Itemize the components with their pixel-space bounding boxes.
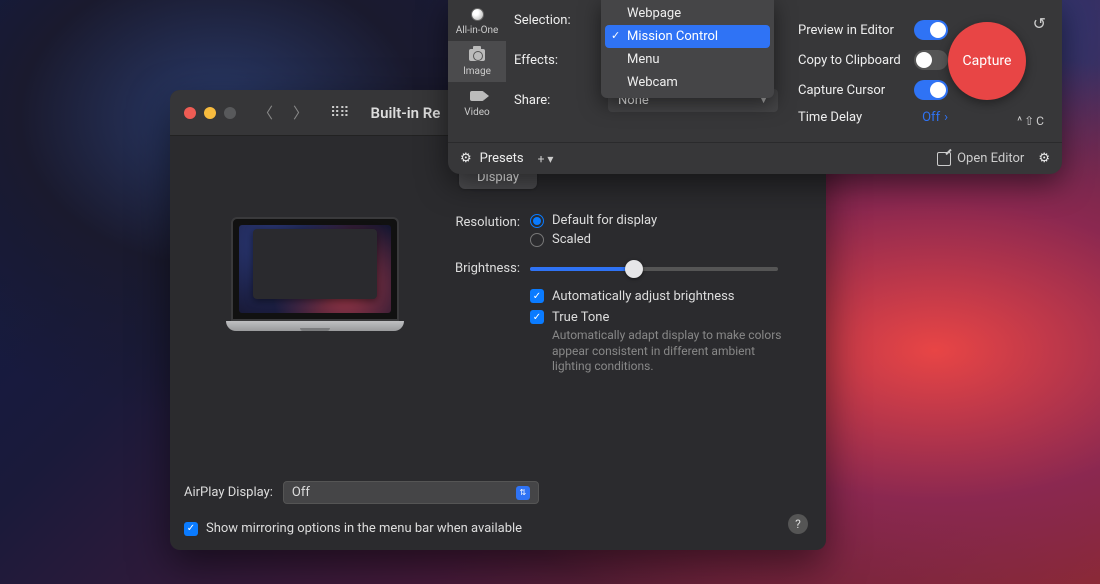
truetone-label: True Tone bbox=[552, 310, 782, 325]
airplay-value: Off bbox=[292, 485, 310, 500]
minimize-window-button[interactable] bbox=[204, 107, 216, 119]
truetone-description: Automatically adapt display to make colo… bbox=[552, 328, 782, 375]
dropdown-item-menu[interactable]: Menu bbox=[605, 48, 770, 71]
capture-button[interactable]: Capture bbox=[948, 22, 1026, 100]
camera-icon bbox=[469, 47, 485, 63]
presets-label[interactable]: Presets bbox=[480, 151, 524, 166]
show-all-grid-icon[interactable]: ⠿⠿ bbox=[330, 105, 349, 121]
clipboard-toggle[interactable] bbox=[914, 50, 948, 70]
clipboard-label: Copy to Clipboard bbox=[798, 53, 901, 68]
timedelay-button[interactable]: Off › bbox=[922, 110, 948, 125]
open-editor-button[interactable]: Open Editor bbox=[937, 151, 1024, 166]
selection-dropdown-popup: Webpage Mission Control Menu Webcam bbox=[601, 0, 774, 98]
brightness-slider-thumb[interactable] bbox=[625, 260, 643, 278]
edit-icon bbox=[937, 152, 951, 166]
forward-button[interactable]: 〉 bbox=[293, 102, 308, 123]
traffic-lights bbox=[184, 107, 236, 119]
auto-brightness-checkbox[interactable]: ✓ bbox=[530, 289, 544, 303]
resolution-scaled-label: Scaled bbox=[552, 232, 591, 247]
window-title: Built-in Re bbox=[371, 104, 441, 122]
mode-image[interactable]: Image bbox=[448, 41, 506, 82]
settings-gear-icon[interactable]: ⚙ bbox=[1038, 151, 1050, 166]
dropdown-item-webpage[interactable]: Webpage bbox=[605, 2, 770, 25]
resolution-scaled-radio[interactable] bbox=[530, 233, 544, 247]
back-button[interactable]: 〈 bbox=[258, 102, 273, 123]
resolution-default-radio[interactable] bbox=[530, 214, 544, 228]
add-preset-button[interactable]: + ▾ bbox=[538, 152, 554, 166]
chevron-updown-icon: ⇅ bbox=[516, 486, 530, 500]
mirroring-checkbox[interactable]: ✓ bbox=[184, 522, 198, 536]
mirroring-label: Show mirroring options in the menu bar w… bbox=[206, 521, 522, 536]
airplay-select[interactable]: Off ⇅ bbox=[283, 481, 539, 504]
capture-shortcut: ^⇧C bbox=[1017, 114, 1046, 128]
help-button[interactable]: ? bbox=[788, 514, 808, 534]
brightness-label: Brightness: bbox=[450, 259, 530, 276]
target-icon bbox=[469, 6, 485, 22]
preview-label: Preview in Editor bbox=[798, 23, 894, 38]
truetone-checkbox[interactable]: ✓ bbox=[530, 310, 544, 324]
resolution-default-label: Default for display bbox=[552, 213, 657, 228]
video-icon bbox=[469, 88, 485, 104]
cursor-toggle[interactable] bbox=[914, 80, 948, 100]
chevron-right-icon: › bbox=[944, 110, 948, 125]
preview-toggle[interactable] bbox=[914, 20, 948, 40]
share-label: Share: bbox=[514, 93, 594, 108]
cursor-label: Capture Cursor bbox=[798, 83, 885, 98]
selection-label: Selection: bbox=[514, 13, 594, 28]
mode-video[interactable]: Video bbox=[448, 82, 506, 123]
brightness-slider[interactable] bbox=[530, 267, 778, 271]
gear-icon[interactable]: ⚙ bbox=[460, 151, 472, 166]
timedelay-label: Time Delay bbox=[798, 110, 862, 125]
dropdown-item-webcam[interactable]: Webcam bbox=[605, 71, 770, 94]
mode-allinone[interactable]: All-in-One bbox=[448, 0, 506, 41]
auto-brightness-label: Automatically adjust brightness bbox=[552, 289, 735, 304]
display-preview bbox=[226, 217, 404, 331]
close-window-button[interactable] bbox=[184, 107, 196, 119]
dropdown-item-mission-control[interactable]: Mission Control bbox=[605, 25, 770, 48]
undo-icon[interactable]: ↺ bbox=[1033, 14, 1046, 33]
effects-label: Effects: bbox=[514, 53, 594, 68]
resolution-label: Resolution: bbox=[450, 213, 530, 230]
airplay-label: AirPlay Display: bbox=[184, 485, 273, 500]
zoom-window-button[interactable] bbox=[224, 107, 236, 119]
